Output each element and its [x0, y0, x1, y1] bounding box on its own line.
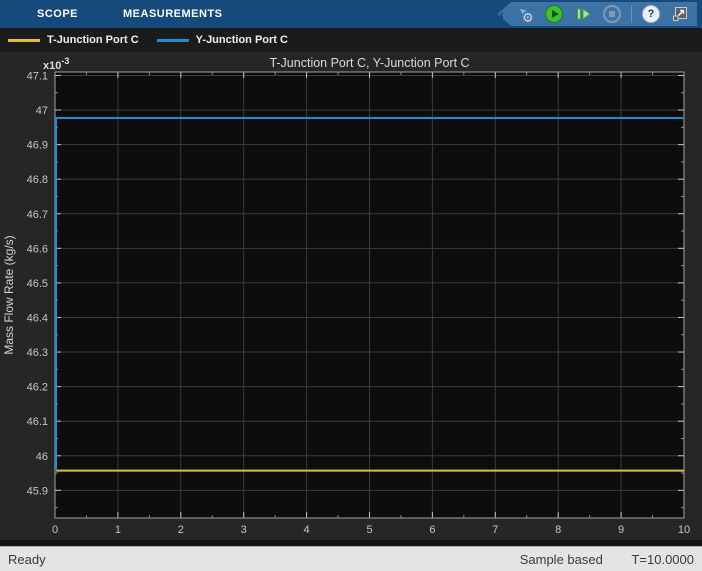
svg-text:46.3: 46.3 — [27, 347, 48, 359]
chart-area: 0 1 2 3 4 5 6 7 8 9 10 45.9 46 46.1 46.2 46.3 46.4 46.5 46… — [0, 52, 702, 540]
svg-text:47: 47 — [36, 105, 48, 117]
svg-text:46: 46 — [36, 451, 48, 463]
stop-icon — [603, 5, 621, 23]
legend-label: T-Junction Port C — [47, 34, 139, 46]
toolbar-separator — [631, 5, 632, 23]
svg-text:46.6: 46.6 — [27, 243, 48, 255]
legend-bar: T-Junction Port C Y-Junction Port C — [0, 28, 702, 52]
y-tick-labels: 45.9 46 46.1 46.2 46.3 46.4 46.5 46.6 46.7 46.8 46… — [27, 70, 48, 497]
simulation-settings-button[interactable]: ⚙ — [515, 3, 535, 25]
y-scale-label: x10-3 — [43, 56, 69, 72]
svg-text:46.9: 46.9 — [27, 140, 48, 152]
step-forward-button[interactable] — [573, 3, 593, 25]
scope-window: SCOPE MEASUREMENTS ‹ ⚙ — [0, 0, 702, 571]
chart-title: T-Junction Port C, Y-Junction Port C — [269, 56, 469, 70]
help-button[interactable]: ? — [641, 3, 661, 25]
status-bar: Ready Sample based T=10.0000 — [0, 546, 702, 571]
svg-text:46.7: 46.7 — [27, 209, 48, 221]
legend-item-y-junction[interactable]: Y-Junction Port C — [157, 34, 288, 46]
y-axis-label: Mass Flow Rate (kg/s) — [2, 235, 16, 354]
svg-text:1: 1 — [115, 524, 121, 536]
sim-time-text: T=10.0000 — [631, 552, 694, 567]
svg-text:46.1: 46.1 — [27, 416, 48, 428]
line-swatch-icon — [157, 39, 189, 42]
scope-plot[interactable]: 0 1 2 3 4 5 6 7 8 9 10 45.9 46 46.1 46.2 46.3 46.4 46.5 46… — [0, 52, 702, 540]
svg-text:46.5: 46.5 — [27, 278, 48, 290]
svg-text:3: 3 — [241, 524, 247, 536]
svg-text:5: 5 — [366, 524, 372, 536]
sample-mode-text: Sample based — [520, 552, 603, 567]
run-button[interactable] — [544, 3, 564, 25]
svg-text:6: 6 — [429, 524, 435, 536]
run-icon — [545, 5, 563, 23]
pop-out-button[interactable] — [670, 3, 690, 25]
svg-text:0: 0 — [52, 524, 58, 536]
line-swatch-icon — [8, 39, 40, 42]
stop-button[interactable] — [602, 3, 622, 25]
x-tick-labels: 0 1 2 3 4 5 6 7 8 9 10 — [52, 524, 690, 536]
step-forward-icon — [574, 5, 592, 23]
collapse-chevron-icon[interactable]: ‹ — [499, 3, 504, 25]
svg-text:8: 8 — [555, 524, 561, 536]
svg-text:4: 4 — [304, 524, 310, 536]
legend-label: Y-Junction Port C — [196, 34, 288, 46]
gear-pennant-icon: ⚙ — [516, 5, 535, 24]
tab-measurements[interactable]: MEASUREMENTS — [117, 8, 229, 20]
svg-text:10: 10 — [678, 524, 690, 536]
svg-text:47.1: 47.1 — [27, 70, 48, 82]
svg-text:2: 2 — [178, 524, 184, 536]
svg-text:46.4: 46.4 — [27, 312, 48, 324]
status-text: Ready — [8, 552, 46, 567]
toolbar-quick-actions: ‹ ⚙ ? — [497, 2, 697, 26]
svg-text:46.2: 46.2 — [27, 382, 48, 394]
legend-item-t-junction[interactable]: T-Junction Port C — [8, 34, 139, 46]
svg-text:⚙: ⚙ — [522, 10, 534, 24]
status-right: Sample based T=10.0000 — [520, 552, 694, 567]
svg-text:9: 9 — [618, 524, 624, 536]
svg-text:46.8: 46.8 — [27, 174, 48, 186]
svg-text:7: 7 — [492, 524, 498, 536]
svg-text:45.9: 45.9 — [27, 485, 48, 497]
help-icon: ? — [642, 5, 660, 23]
tab-scope[interactable]: SCOPE — [31, 8, 84, 20]
pop-out-icon — [671, 5, 689, 23]
toolstrip: SCOPE MEASUREMENTS ‹ ⚙ — [0, 0, 702, 28]
